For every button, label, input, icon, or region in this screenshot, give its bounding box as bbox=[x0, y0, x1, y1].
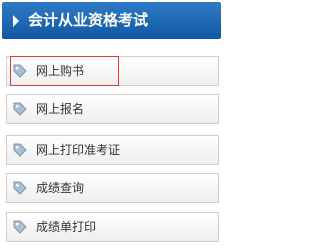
tag-icon bbox=[13, 143, 27, 157]
triangle-right-icon bbox=[13, 15, 19, 27]
menu-item-label: 网上报名 bbox=[36, 102, 85, 116]
exam-menu-panel: 会计从业资格考试 网上购书 网上报名 网上打印准考证 成绩查询 成绩单打印 bbox=[0, 0, 223, 250]
tag-icon bbox=[13, 220, 27, 234]
menu-item-online-registration[interactable]: 网上报名 bbox=[6, 94, 219, 124]
tag-icon bbox=[13, 181, 27, 195]
tag-icon bbox=[13, 102, 27, 116]
menu-item-label: 网上购书 bbox=[36, 64, 85, 78]
tag-icon bbox=[13, 64, 27, 78]
menu-item-label: 成绩查询 bbox=[36, 181, 85, 195]
menu-item-score-query[interactable]: 成绩查询 bbox=[6, 173, 219, 203]
menu-item-label: 网上打印准考证 bbox=[36, 143, 121, 157]
menu-item-buy-books[interactable]: 网上购书 bbox=[6, 56, 219, 86]
section-header: 会计从业资格考试 bbox=[2, 2, 221, 39]
section-title: 会计从业资格考试 bbox=[28, 11, 149, 29]
menu-item-print-admission-ticket[interactable]: 网上打印准考证 bbox=[6, 135, 219, 165]
menu-item-print-score-report[interactable]: 成绩单打印 bbox=[6, 212, 219, 242]
menu-item-label: 成绩单打印 bbox=[36, 220, 97, 234]
